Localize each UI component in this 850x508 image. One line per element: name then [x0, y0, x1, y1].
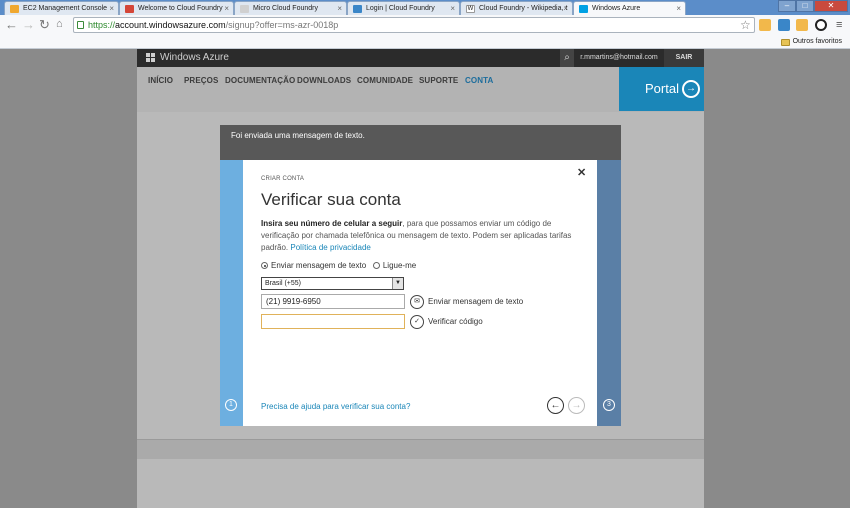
maximize-button[interactable]: □ — [796, 0, 814, 12]
bookmark-label: Outros favoritos — [792, 38, 842, 45]
tab-title: Micro Cloud Foundry — [253, 5, 318, 12]
bookmark-star-icon[interactable]: ☆ — [740, 18, 751, 32]
dialog-title: Verificar sua conta — [261, 190, 401, 209]
tab-title: EC2 Management Console — [23, 5, 108, 12]
dialog-intro: Insira seu número de celular a seguir, p… — [261, 218, 579, 254]
verify-check-icon: ✓ — [410, 315, 424, 329]
radio-call-label: Ligue-me — [382, 261, 417, 270]
url-path: /signup?offer=ms-azr-0018p — [225, 20, 339, 30]
close-icon[interactable]: ✕ — [577, 166, 586, 179]
extension-icon[interactable] — [778, 19, 790, 31]
country-select[interactable]: Brasil (+55) ▼ — [261, 277, 404, 290]
lock-icon — [77, 21, 84, 29]
close-icon[interactable]: × — [337, 2, 342, 15]
close-icon[interactable]: × — [109, 2, 114, 15]
cloud-icon — [353, 5, 362, 13]
close-icon[interactable]: × — [450, 2, 455, 15]
tab-strip: EC2 Management Console × Welcome to Clou… — [0, 0, 850, 15]
tab-title: Windows Azure — [592, 5, 641, 12]
tab-wikipedia[interactable]: W Cloud Foundry - Wikipedia, t × — [460, 1, 573, 15]
extension-icon[interactable] — [796, 19, 808, 31]
signout-button[interactable]: SAIR — [664, 49, 704, 67]
send-text-label: Enviar mensagem de texto — [428, 297, 524, 306]
wizard-side-left: 1 — [220, 160, 243, 426]
tab-gmail[interactable]: Welcome to Cloud Foundry × — [119, 1, 234, 15]
minimize-button[interactable]: – — [778, 0, 796, 12]
radio-text-label: Enviar mensagem de texto — [271, 261, 367, 270]
nav-documentacao[interactable]: DOCUMENTAÇÃO — [225, 76, 295, 85]
step-indicator: 3 — [603, 399, 615, 411]
radio-unchecked-icon — [372, 262, 380, 269]
portal-button[interactable]: Portal → — [619, 67, 704, 111]
verify-account-dialog: ✕ CRIAR CONTA Verificar sua conta Insira… — [243, 160, 597, 426]
tab-windows-azure[interactable]: Windows Azure × — [573, 1, 686, 15]
page-footer-strip — [137, 439, 704, 459]
radio-checked-icon — [261, 262, 268, 269]
nav-comunidade[interactable]: COMUNIDADE — [357, 76, 413, 85]
url-scheme: https:// — [88, 20, 116, 30]
windows-logo-icon — [146, 53, 156, 63]
sms-sent-banner: Foi enviada uma mensagem de texto. — [220, 125, 621, 160]
send-text-button[interactable]: ✉ Enviar mensagem de texto — [410, 295, 523, 309]
portal-label: Portal — [645, 81, 679, 96]
verify-code-label: Verificar código — [428, 317, 483, 326]
folder-icon — [780, 39, 790, 46]
site-logo[interactable]: Windows Azure — [146, 52, 229, 64]
bookmarks-bar: Outros favoritos — [0, 35, 850, 49]
home-icon[interactable]: ⌂ — [56, 17, 63, 32]
country-value: Brasil (+55) — [265, 280, 301, 287]
nav-conta[interactable]: CONTA — [465, 76, 493, 85]
dialog-kicker: CRIAR CONTA — [261, 176, 305, 182]
window-close-button[interactable]: ✕ — [814, 0, 848, 12]
site-topbar: Windows Azure ⌕ r.mmartins@hotmail.com S… — [137, 49, 704, 67]
nav-suporte[interactable]: SUPORTE — [419, 76, 458, 85]
menu-icon[interactable]: ≡ — [836, 18, 842, 33]
logo-text: Windows Azure — [160, 52, 229, 63]
address-bar[interactable]: https://account.windowsazure.com/signup?… — [73, 17, 755, 33]
back-arrow-button[interactable]: ← — [547, 397, 564, 414]
next-arrow-button[interactable]: → — [568, 397, 585, 414]
help-link[interactable]: Precisa de ajuda para verificar sua cont… — [261, 402, 410, 411]
verify-code-button[interactable]: ✓ Verificar código — [410, 315, 483, 329]
send-message-icon: ✉ — [410, 295, 424, 309]
phone-input[interactable]: (21) 9919-6950 — [261, 294, 405, 309]
tab-micro-cloud-foundry[interactable]: Micro Cloud Foundry × — [234, 1, 347, 15]
browser-toolbar: ← → ↻ ⌂ https://account.windowsazure.com… — [0, 15, 850, 35]
close-icon[interactable]: × — [563, 2, 568, 15]
close-icon[interactable]: × — [224, 2, 229, 15]
wikipedia-icon: W — [466, 5, 475, 13]
back-icon[interactable]: ← — [5, 17, 18, 32]
tab-login-cloud-foundry[interactable]: Login | Cloud Foundry × — [347, 1, 460, 15]
tab-title: Login | Cloud Foundry — [366, 5, 435, 12]
chevron-down-icon: ▼ — [392, 278, 403, 289]
wizard-side-right: 3 — [597, 160, 621, 426]
arrow-right-icon: → — [682, 80, 700, 98]
tab-title: Cloud Foundry - Wikipedia, t — [479, 5, 568, 12]
page-icon — [240, 5, 249, 13]
nav-inicio[interactable]: INÍCIO — [148, 76, 173, 85]
url-host: account.windowsazure.com — [115, 20, 226, 30]
extension-icon[interactable] — [815, 19, 827, 31]
nav-downloads[interactable]: DOWNLOADS — [297, 76, 351, 85]
tab-title: Welcome to Cloud Foundry — [138, 5, 223, 12]
extension-icon[interactable] — [759, 19, 771, 31]
intro-bold: Insira seu número de celular a seguir — [261, 219, 403, 228]
radio-call-me[interactable]: Ligue-me — [372, 261, 417, 270]
close-icon[interactable]: × — [676, 2, 681, 15]
contact-method-group: Enviar mensagem de texto Ligue-me — [261, 261, 416, 270]
radio-text-message[interactable]: Enviar mensagem de texto — [261, 261, 366, 270]
search-icon[interactable]: ⌕ — [560, 49, 574, 67]
tab-ec2[interactable]: EC2 Management Console × — [4, 1, 119, 15]
windows-icon — [579, 5, 588, 13]
aws-icon — [10, 5, 19, 13]
account-email[interactable]: r.mmartins@hotmail.com — [574, 49, 664, 67]
step-indicator: 1 — [225, 399, 237, 411]
gmail-icon — [125, 5, 134, 13]
verification-code-input[interactable] — [261, 314, 405, 329]
reload-icon[interactable]: ↻ — [39, 17, 50, 32]
bookmark-folder-outros[interactable]: Outros favoritos — [780, 36, 842, 48]
forward-icon[interactable]: → — [22, 17, 35, 32]
nav-precos[interactable]: PREÇOS — [184, 76, 218, 85]
privacy-link[interactable]: Política de privacidade — [290, 243, 371, 252]
